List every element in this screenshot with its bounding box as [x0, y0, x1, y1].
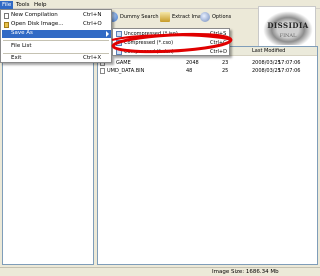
- logo-title: DISSIDIA: [267, 21, 309, 30]
- table-row[interactable]: GAME 2048 23 2008/03/25 17:07:06: [98, 59, 317, 67]
- menu-tools[interactable]: Tools: [14, 1, 32, 9]
- dummy-search-label: Dummy Search: [120, 14, 159, 20]
- folder-tree-pane[interactable]: [2, 40, 94, 265]
- submenu-arrow-icon: [106, 31, 109, 37]
- row-name: UMD_DATA.BIN: [107, 68, 145, 74]
- menu-separator: [3, 53, 109, 54]
- folder-icon: [160, 12, 170, 22]
- menu-item-open-disk-image[interactable]: Open Disk Image... Ctrl+O: [2, 21, 111, 29]
- row-date: 2008/03/25: [252, 68, 281, 74]
- disk-icon: [116, 49, 122, 55]
- row-name: GAME: [116, 60, 131, 66]
- row-time: 17:07:06: [278, 68, 301, 74]
- menu-item-save-as[interactable]: Save As: [2, 30, 111, 38]
- row-date: 2008/03/25: [252, 60, 281, 66]
- menu-file[interactable]: File: [0, 1, 14, 9]
- menu-item-new-compilation[interactable]: New Compilation Ctrl+N: [2, 12, 111, 20]
- row-time: 17:07:06: [278, 60, 301, 66]
- row-lba: 25: [222, 68, 229, 74]
- submenu-item-compressed-cso[interactable]: Compressed (*.cso) Ctrl+C: [114, 39, 229, 47]
- col-last-modified[interactable]: Last Modified: [252, 48, 285, 54]
- row-size: 2048: [186, 60, 199, 66]
- disk-icon: [116, 31, 122, 37]
- file-menu-dropdown: New Compilation Ctrl+N Open Disk Image..…: [0, 9, 112, 63]
- logo-subtitle: FINAL: [279, 33, 297, 39]
- row-size: 48: [186, 68, 193, 74]
- menu-item-file-list[interactable]: File List: [2, 43, 111, 51]
- status-bar: Image Size: 1686.34 Mb: [0, 267, 320, 276]
- save-as-submenu: Uncompressed (*.iso) Ctrl+S Compressed (…: [112, 28, 230, 56]
- menu-help[interactable]: Help: [32, 1, 49, 9]
- file-list-pane[interactable]: Last Modified GAME 2048 23 2008/03/25 17…: [97, 46, 318, 265]
- row-lba: 23: [222, 60, 229, 66]
- options-button[interactable]: Options: [200, 10, 231, 24]
- gear-icon: [200, 12, 210, 22]
- image-size-status: Image Size: 1686.34 Mb: [212, 269, 279, 275]
- options-label: Options: [212, 14, 232, 20]
- menu-separator: [3, 40, 109, 41]
- submenu-item-compressed-dax[interactable]: Compressed (*.dax) Ctrl+D: [114, 48, 229, 56]
- open-folder-icon: [4, 22, 9, 28]
- table-row[interactable]: UMD_DATA.BIN 48 25 2008/03/25 17:07:06: [98, 67, 317, 75]
- submenu-item-uncompressed[interactable]: Uncompressed (*.iso) Ctrl+S: [114, 30, 229, 38]
- dummy-search-button[interactable]: Dummy Search: [108, 10, 159, 24]
- menu-item-exit[interactable]: Exit Ctrl+X: [2, 55, 111, 63]
- game-logo: DISSIDIA FINAL: [258, 6, 316, 48]
- disk-icon: [116, 40, 122, 46]
- file-icon: [100, 68, 105, 74]
- new-document-icon: [4, 13, 9, 19]
